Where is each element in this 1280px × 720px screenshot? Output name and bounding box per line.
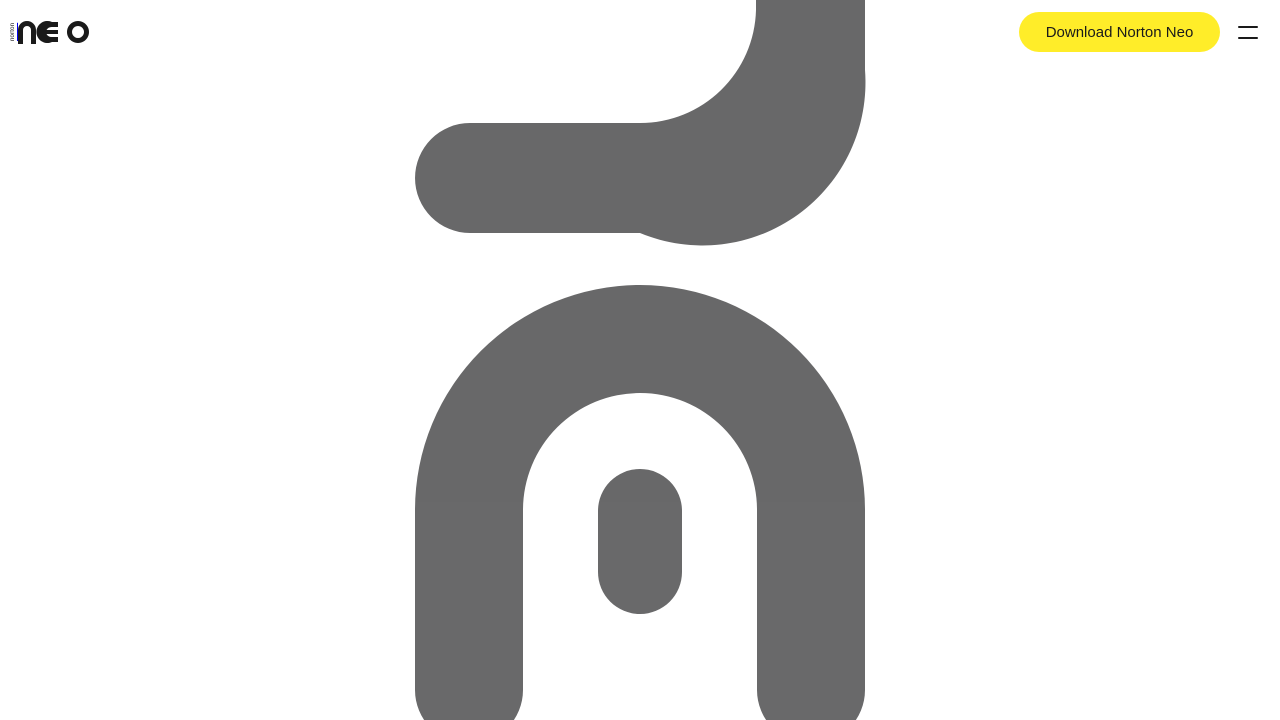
download-norton-neo-button[interactable]: Download Norton Neo [1019,12,1220,52]
norton-neo-logo[interactable]: norton [10,18,90,46]
hero-fade-panel [370,502,910,720]
page: norton Download Norton Neo [0,0,1280,720]
logo-norton-text: norton [10,22,16,42]
site-header: norton Download Norton Neo [0,0,1280,64]
logo-neo-icon [18,20,90,44]
menu-button[interactable] [1232,18,1264,46]
hero-illustration [370,0,910,720]
